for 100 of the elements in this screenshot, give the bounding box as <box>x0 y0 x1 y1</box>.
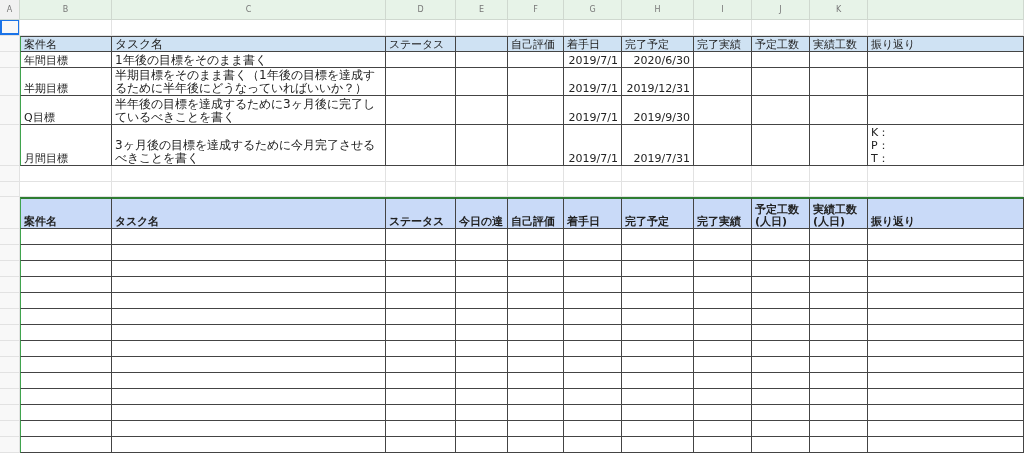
empty-cell <box>386 245 456 261</box>
empty-cell <box>564 229 622 245</box>
empty-cell <box>622 437 694 453</box>
grid-cell <box>564 166 622 182</box>
header-cell: 今日の達 <box>456 197 508 229</box>
table-cell: 2019/7/1 <box>564 68 622 96</box>
empty-cell <box>810 341 868 357</box>
empty-cell <box>564 389 622 405</box>
empty-cell <box>810 229 868 245</box>
empty-cell <box>386 277 456 293</box>
grid-cell <box>622 166 694 182</box>
empty-cell <box>456 341 508 357</box>
header-cell: 振り返り <box>868 36 1024 52</box>
column-header[interactable]: B <box>20 0 112 20</box>
empty-cell <box>456 277 508 293</box>
empty-cell <box>694 309 752 325</box>
grid-cell <box>456 166 508 182</box>
empty-cell <box>694 405 752 421</box>
empty-cell <box>508 52 564 68</box>
empty-cell <box>456 245 508 261</box>
empty-cell <box>508 309 564 325</box>
column-header[interactable]: H <box>622 0 694 20</box>
table-cell: 半年後の目標を達成するために3ヶ月後に完了しているべきことを書く <box>112 96 386 125</box>
column-header[interactable]: C <box>112 0 386 20</box>
column-header[interactable]: G <box>564 0 622 20</box>
empty-cell <box>752 373 810 389</box>
header-cell: 実績工数 <box>810 36 868 52</box>
empty-cell <box>564 405 622 421</box>
empty-cell <box>508 437 564 453</box>
empty-cell <box>810 52 868 68</box>
empty-cell <box>508 341 564 357</box>
empty-cell <box>622 405 694 421</box>
empty-cell <box>456 68 508 96</box>
empty-cell <box>752 357 810 373</box>
header-cell: 完了実績 <box>694 197 752 229</box>
empty-cell <box>810 96 868 125</box>
empty-cell <box>810 245 868 261</box>
empty-cell <box>622 357 694 373</box>
empty-cell <box>508 125 564 166</box>
empty-cell <box>752 421 810 437</box>
empty-cell <box>508 389 564 405</box>
empty-cell <box>810 309 868 325</box>
empty-cell <box>564 325 622 341</box>
empty-cell <box>752 68 810 96</box>
empty-cell <box>694 357 752 373</box>
empty-cell <box>386 437 456 453</box>
empty-cell <box>622 341 694 357</box>
table-cell: Q目標 <box>20 96 112 125</box>
empty-cell <box>508 68 564 96</box>
empty-cell <box>752 277 810 293</box>
column-header[interactable]: J <box>752 0 810 20</box>
empty-cell <box>456 96 508 125</box>
header-cell: 案件名 <box>20 197 112 229</box>
empty-cell <box>694 125 752 166</box>
table-cell: 2019/7/1 <box>564 52 622 68</box>
row-header[interactable] <box>0 20 20 36</box>
column-header[interactable]: A <box>0 0 20 20</box>
empty-cell <box>622 389 694 405</box>
column-header[interactable]: F <box>508 0 564 20</box>
header-cell: ステータス <box>386 197 456 229</box>
header-cell: 振り返り <box>868 197 1024 229</box>
empty-cell <box>386 341 456 357</box>
empty-cell <box>508 229 564 245</box>
empty-cell <box>456 309 508 325</box>
empty-cell <box>694 68 752 96</box>
empty-cell <box>694 96 752 125</box>
empty-cell <box>810 293 868 309</box>
empty-cell <box>622 373 694 389</box>
empty-cell <box>694 52 752 68</box>
header-cell: 実績工数 (人日) <box>810 197 868 229</box>
empty-cell <box>694 437 752 453</box>
empty-cell <box>508 325 564 341</box>
empty-cell <box>752 96 810 125</box>
column-header[interactable]: K <box>810 0 868 20</box>
empty-cell <box>386 357 456 373</box>
table-cell: 半期目標 <box>20 68 112 96</box>
empty-cell <box>752 261 810 277</box>
header-cell: 完了実績 <box>694 36 752 52</box>
header-cell: タスク名 <box>112 197 386 229</box>
empty-cell <box>810 389 868 405</box>
empty-cell <box>752 293 810 309</box>
column-header[interactable]: I <box>694 0 752 20</box>
empty-cell <box>752 341 810 357</box>
empty-cell <box>810 325 868 341</box>
empty-cell <box>810 437 868 453</box>
empty-cell <box>810 373 868 389</box>
empty-cell <box>752 325 810 341</box>
empty-cell <box>810 277 868 293</box>
column-header[interactable]: D <box>386 0 456 20</box>
empty-cell <box>456 357 508 373</box>
table-cell: 2019/7/1 <box>564 96 622 125</box>
empty-cell <box>456 125 508 166</box>
empty-cell <box>456 229 508 245</box>
column-header[interactable] <box>868 0 1024 20</box>
column-header[interactable]: E <box>456 0 508 20</box>
empty-cell <box>508 277 564 293</box>
empty-cell <box>752 125 810 166</box>
empty-cell <box>456 373 508 389</box>
grid-cell <box>694 166 752 182</box>
empty-cell <box>386 52 456 68</box>
